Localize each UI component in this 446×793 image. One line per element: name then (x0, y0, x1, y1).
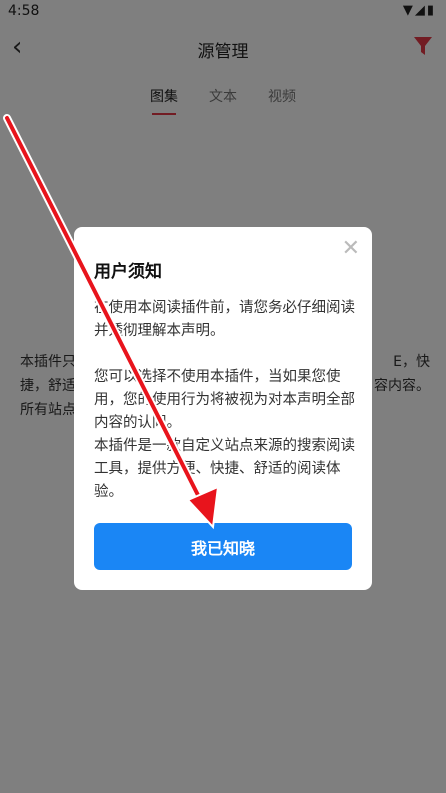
red-arrow-annotation (3, 114, 220, 530)
